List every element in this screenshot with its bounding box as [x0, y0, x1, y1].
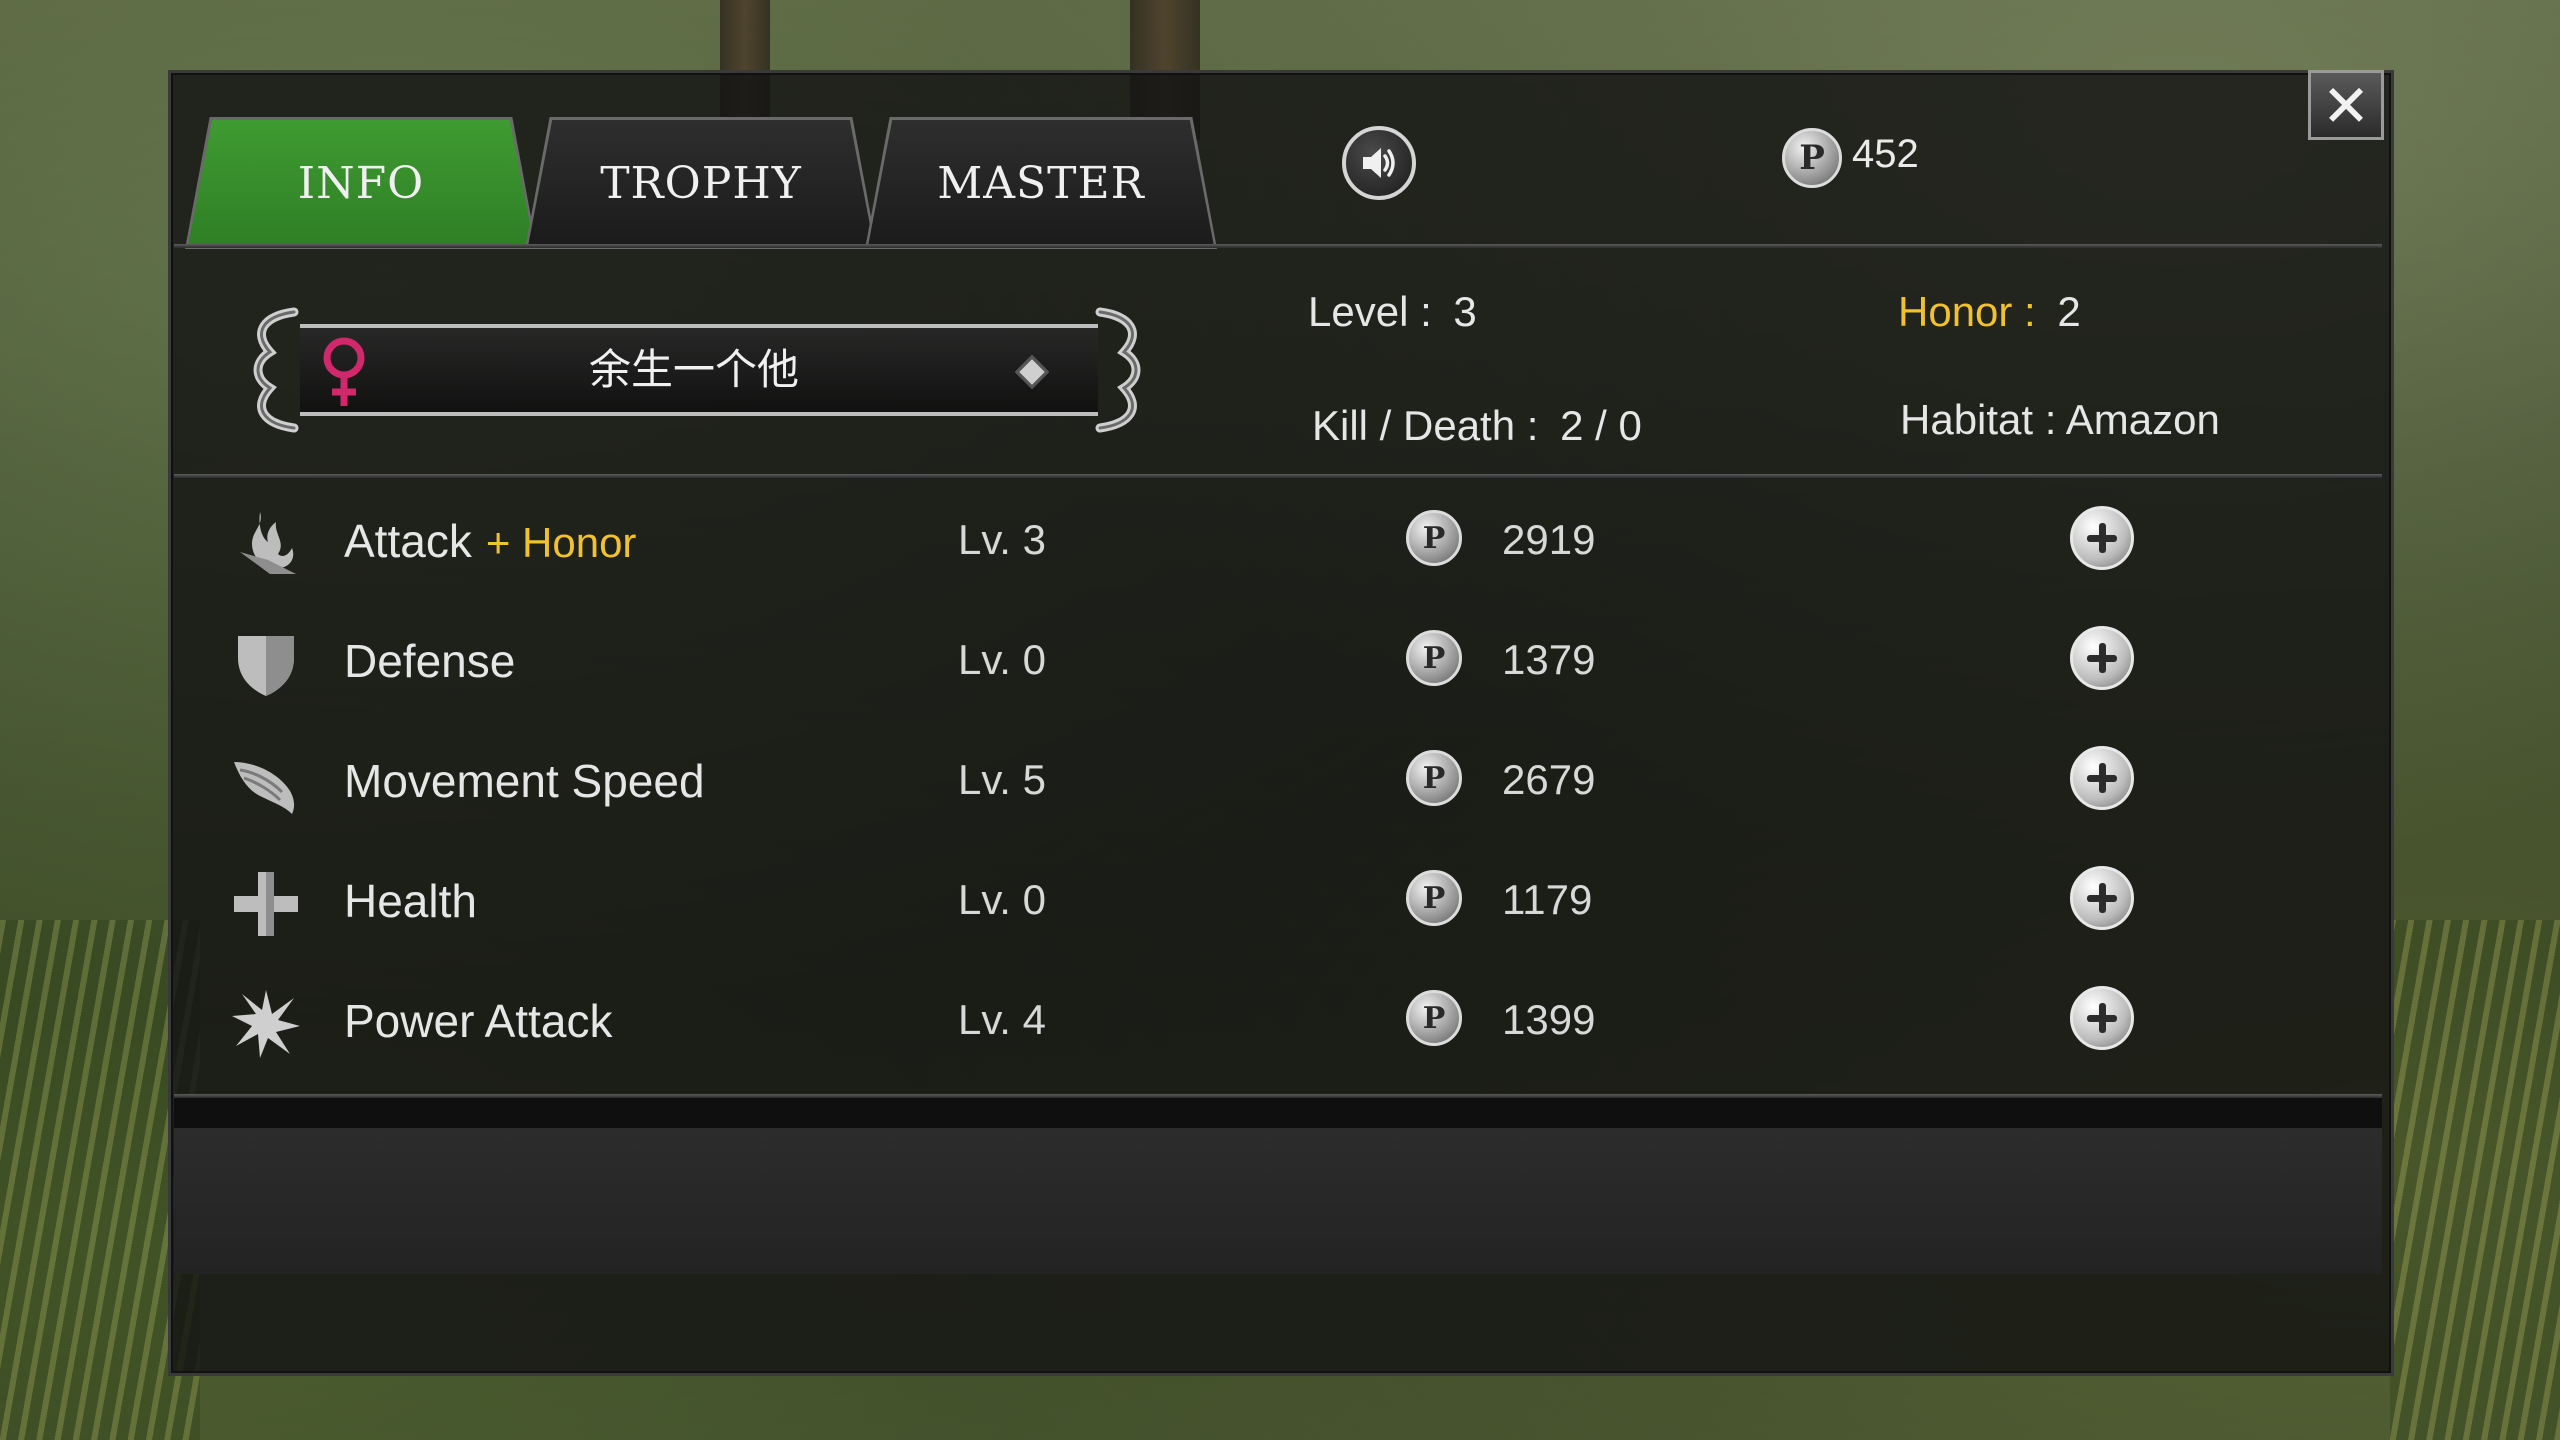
- footer-top-strip: [174, 1098, 2382, 1128]
- kill-death-label: Kill / Death :: [1312, 402, 1539, 449]
- upgrade-health-button[interactable]: [2070, 866, 2134, 930]
- kill-death-value: 2 / 0: [1560, 402, 1642, 449]
- burst-icon: [232, 990, 300, 1058]
- footer-band: [174, 1128, 2382, 1274]
- cost-coin-icon: P: [1406, 870, 1462, 926]
- stat-cost: 1399: [1502, 996, 1596, 1043]
- stat-name: Health: [344, 874, 477, 928]
- player-name: 余生一个他: [588, 345, 799, 394]
- cost-coin-icon: P: [1406, 510, 1462, 566]
- cross-icon: [234, 872, 298, 936]
- speaker-icon: [1363, 148, 1395, 178]
- upgrade-defense-button[interactable]: [2070, 626, 2134, 690]
- stat-label: Health: [344, 875, 477, 927]
- player-name-plate: 余生一个他: [244, 306, 1150, 434]
- habitat-stat: Habitat : Amazon: [1900, 396, 2220, 444]
- stat-level: Lv. 0: [958, 636, 1046, 683]
- tab-master[interactable]: MASTER: [868, 120, 1214, 246]
- upgrade-power-attack-button[interactable]: [2070, 986, 2134, 1050]
- stat-name: Attack + Honor: [344, 514, 636, 568]
- cost-coin-icon: P: [1406, 750, 1462, 806]
- stat-cost: 2919: [1502, 516, 1596, 563]
- stat-cost: 1179: [1502, 876, 1593, 923]
- right-bracket-ornament: [1095, 307, 1141, 433]
- kill-death-stat: Kill / Death : 2 / 0: [1312, 402, 1642, 450]
- stat-row-power-attack: Power Attack Lv. 4 P 1399: [174, 958, 2382, 1078]
- stat-row-defense: Defense Lv. 0 P 1379: [174, 598, 2382, 718]
- stat-level: Lv. 0: [958, 876, 1046, 923]
- stat-row-movement-speed: Movement Speed Lv. 5 P 2679: [174, 718, 2382, 838]
- habitat-value: Amazon: [2065, 396, 2220, 443]
- honor-bonus-label: + Honor: [485, 519, 637, 566]
- stat-name: Defense: [344, 634, 515, 688]
- sound-button[interactable]: [1342, 126, 1416, 200]
- level-stat: Level : 3: [1308, 288, 1477, 336]
- stat-label: Power Attack: [344, 995, 613, 1047]
- stat-cost: 2679: [1502, 756, 1596, 803]
- flame-icon: [240, 512, 296, 574]
- stat-name: Power Attack: [344, 994, 612, 1048]
- level-value: 3: [1453, 288, 1477, 335]
- female-icon: [323, 337, 365, 406]
- close-button[interactable]: ✕: [2308, 70, 2384, 140]
- habitat-label: Habitat :: [1900, 396, 2057, 443]
- stat-row-attack: Attack + Honor Lv. 3 P 2919: [174, 478, 2382, 598]
- honor-stat: Honor : 2: [1898, 288, 2081, 336]
- honor-value: 2: [2057, 288, 2081, 335]
- points-balance-value: 452: [1852, 132, 1919, 176]
- points-coin-icon: P: [1782, 128, 1842, 188]
- stat-level: Lv. 3: [958, 516, 1046, 563]
- stat-name: Movement Speed: [344, 754, 705, 808]
- stat-label: Attack: [344, 515, 472, 567]
- upgrade-movement-speed-button[interactable]: [2070, 746, 2134, 810]
- header-divider: [174, 244, 2382, 248]
- shield-icon: [238, 636, 294, 696]
- stat-level: Lv. 4: [958, 996, 1046, 1043]
- upgrade-attack-button[interactable]: [2070, 506, 2134, 570]
- tab-info[interactable]: INFO: [188, 120, 534, 246]
- wing-icon: [234, 762, 295, 814]
- honor-label: Honor :: [1898, 288, 2036, 335]
- stat-level: Lv. 5: [958, 756, 1046, 803]
- cost-coin-icon: P: [1406, 630, 1462, 686]
- level-label: Level :: [1308, 288, 1432, 335]
- background-grass: [2390, 920, 2560, 1440]
- stat-cost: 1379: [1502, 636, 1596, 683]
- stat-row-health: Health Lv. 0 P 1179: [174, 838, 2382, 958]
- left-bracket-ornament: [253, 307, 299, 433]
- tab-trophy[interactable]: TROPHY: [528, 120, 874, 246]
- cost-coin-icon: P: [1406, 990, 1462, 1046]
- stat-label: Defense: [344, 635, 516, 687]
- stat-label: Movement Speed: [344, 755, 705, 807]
